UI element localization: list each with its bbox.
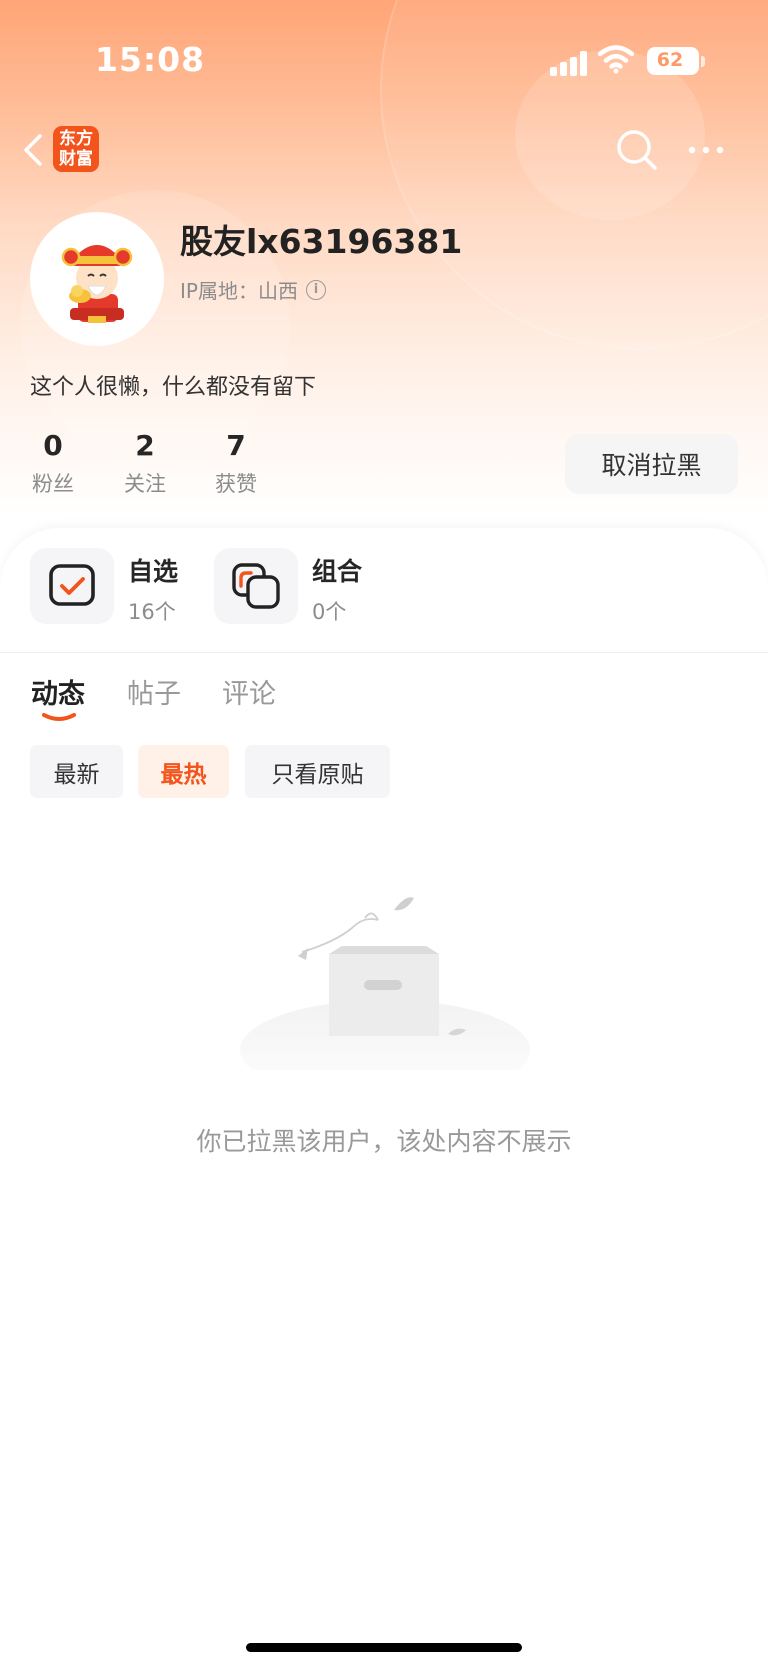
stat-value: 2: [135, 429, 155, 462]
bio-text: 这个人很懒，什么都没有留下: [30, 375, 317, 400]
username: 股友lx63196381: [180, 222, 463, 261]
watchlist-check-icon: [30, 548, 114, 624]
quick-link-title: 组合: [312, 557, 363, 586]
empty-state-message: 你已拉黑该用户，该处内容不展示: [196, 1127, 572, 1156]
tab-activity[interactable]: 动态: [31, 672, 85, 711]
status-time: 15:08: [95, 40, 206, 79]
info-icon[interactable]: i: [305, 279, 326, 300]
empty-box-icon: [240, 897, 530, 1070]
quick-link-title: 自选: [128, 557, 179, 586]
filter-hot[interactable]: 最热: [138, 745, 229, 798]
quick-link-watchlist[interactable]: 自选 16个: [30, 548, 178, 624]
portfolio-icon: [214, 548, 298, 624]
divider: [0, 652, 768, 653]
cellular-signal-icon: [550, 50, 588, 76]
home-indicator: [246, 1643, 522, 1652]
stat-label: 获赞: [215, 472, 257, 496]
app-logo[interactable]: 东方 财富: [53, 126, 99, 172]
fortune-god-avatar-icon: [61, 245, 133, 323]
active-tab-indicator: [42, 713, 76, 721]
tab-posts[interactable]: 帖子: [127, 672, 181, 711]
battery-level: 62: [656, 49, 684, 71]
filter-latest[interactable]: 最新: [30, 745, 123, 798]
app-logo-line2: 财富: [59, 149, 93, 169]
quick-link-count: 0个: [312, 600, 347, 624]
status-bar: 15:08 62: [0, 0, 768, 120]
battery-tip: [701, 56, 705, 67]
battery-indicator: 62: [647, 47, 699, 75]
content-card: [0, 528, 768, 1670]
ip-location-text: IP属地：山西: [180, 279, 298, 303]
wifi-icon: [598, 45, 634, 74]
back-button[interactable]: [14, 128, 54, 172]
stat-fans[interactable]: 0 粉丝: [18, 428, 88, 498]
stat-value: 7: [226, 429, 246, 462]
filter-original-only[interactable]: 只看原贴: [245, 745, 390, 798]
search-icon[interactable]: [614, 127, 660, 173]
stat-value: 0: [43, 429, 63, 462]
tab-comments[interactable]: 评论: [222, 672, 276, 711]
stat-following[interactable]: 2 关注: [110, 428, 180, 498]
quick-link-count: 16个: [128, 600, 176, 624]
avatar[interactable]: [30, 212, 164, 346]
more-icon[interactable]: [686, 138, 726, 162]
stat-label: 粉丝: [32, 472, 74, 496]
quick-link-portfolio[interactable]: 组合 0个: [214, 548, 362, 624]
stat-label: 关注: [124, 472, 166, 496]
stat-likes[interactable]: 7 获赞: [201, 428, 271, 498]
unblock-button[interactable]: 取消拉黑: [565, 434, 738, 494]
app-logo-line1: 东方: [59, 129, 93, 149]
ip-location: IP属地：山西 i: [180, 275, 326, 304]
